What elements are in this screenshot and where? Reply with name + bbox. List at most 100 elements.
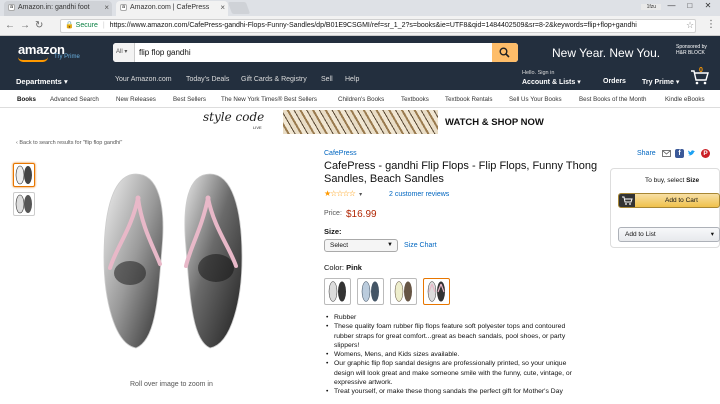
flip-flop-thumbnail-icon	[15, 165, 32, 185]
subnav-childrens-books[interactable]: Children's Books	[338, 96, 384, 103]
size-chart-link[interactable]: Size Chart	[404, 242, 437, 249]
subnav-best-books-month[interactable]: Best Books of the Month	[579, 96, 646, 103]
lock-icon: 🔒	[65, 22, 74, 29]
subnav-advanced-search[interactable]: Advanced Search	[50, 96, 99, 103]
tab-amazon-com[interactable]: a Amazon.com | CafePress ×	[116, 1, 228, 16]
url-field[interactable]: 🔒 Secure | https://www.amazon.com/CafePr…	[60, 19, 696, 33]
nav-todays-deals[interactable]: Today's Deals	[186, 76, 229, 83]
share-label: Share	[637, 150, 656, 157]
flip-flop-swatch-icon	[361, 281, 379, 302]
product-main-image[interactable]	[96, 168, 250, 354]
style-code-banner-ad[interactable]: style code LIVE WATCH & SHOP NOW	[203, 110, 566, 134]
facebook-icon[interactable]: f	[675, 149, 684, 158]
subnav-sell-books[interactable]: Sell Us Your Books	[509, 96, 562, 103]
subnav-new-releases[interactable]: New Releases	[116, 96, 156, 103]
list-item: Womens, Mens, and Kids sizes available.	[324, 350, 586, 360]
subnav-textbook-rentals[interactable]: Textbook Rentals	[445, 96, 492, 103]
list-item: These quality foam rubber flip flops fea…	[324, 322, 586, 350]
add-to-cart-button[interactable]: Add to Cart	[618, 193, 720, 208]
account-lists-menu[interactable]: Account & Lists ▾	[522, 78, 581, 86]
list-item: Our graphic flip flop sandal designs are…	[324, 359, 586, 387]
add-to-list-button[interactable]: Add to List ▾	[618, 227, 720, 242]
nav-gift-cards[interactable]: Gift Cards & Registry	[241, 76, 307, 83]
cart-count: 0	[699, 67, 703, 74]
color-swatch-2[interactable]	[357, 278, 384, 305]
url-text: https://www.amazon.com/CafePress-gandhi-…	[109, 22, 637, 29]
minimize-icon[interactable]: —	[664, 1, 680, 10]
search-input[interactable]: flip flop gandhi	[139, 43, 191, 62]
back-to-results-link[interactable]: ‹ Back to search results for "flip flop …	[16, 140, 122, 146]
tab-title: Amazon.in: gandhi foot	[18, 4, 90, 11]
signin-greeting[interactable]: Hello. Sign in	[522, 70, 554, 76]
size-select[interactable]: Select ▼	[324, 239, 398, 252]
feather-pattern-image	[283, 110, 438, 134]
chevron-down-icon: ▾	[710, 231, 714, 238]
chevron-down-icon: ▾	[359, 192, 362, 198]
amazon-favicon-icon: a	[120, 4, 127, 11]
tab-title: Amazon.com | CafePress	[130, 4, 210, 11]
price-value: $16.99	[346, 209, 377, 220]
maximize-icon[interactable]: □	[682, 1, 698, 10]
buy-instruction: To buy, select Size	[645, 177, 700, 184]
close-tab-icon[interactable]: ×	[220, 3, 225, 12]
promo-headline[interactable]: New Year. New You.	[552, 46, 660, 60]
search-department-select[interactable]: All ▾	[113, 43, 135, 62]
subnav-books[interactable]: Books	[17, 96, 36, 103]
close-tab-icon[interactable]: ×	[104, 3, 109, 12]
color-swatch-pink[interactable]	[423, 278, 450, 305]
try-prime-tag[interactable]: Try Prime	[54, 54, 80, 60]
style-code-live-tag: LIVE	[253, 125, 262, 130]
bookmark-star-icon[interactable]: ☆	[686, 20, 694, 31]
style-code-logo: style code	[203, 110, 265, 124]
subnav-best-sellers[interactable]: Best Sellers	[173, 96, 206, 103]
search-button[interactable]	[492, 43, 518, 62]
try-prime-menu[interactable]: Try Prime ▾	[642, 78, 679, 86]
twitter-icon[interactable]	[687, 149, 696, 158]
star-rating[interactable]: ★☆☆☆☆ ▾	[324, 189, 362, 198]
subnav-kindle-ebooks[interactable]: Kindle eBooks	[665, 96, 705, 103]
new-tab-button[interactable]	[227, 2, 251, 14]
user-badge: 1fzu	[641, 4, 662, 10]
nav-help[interactable]: Help	[345, 76, 359, 83]
orders-link[interactable]: Orders	[603, 78, 626, 85]
size-label: Size:	[324, 227, 342, 236]
address-bar-row: ← → ↻ 🔒 Secure | https://www.amazon.com/…	[0, 16, 720, 36]
flip-flop-swatch-icon	[328, 281, 346, 302]
thumbnail-2[interactable]	[13, 192, 35, 216]
search-icon	[499, 47, 510, 58]
color-swatch-1[interactable]	[324, 278, 351, 305]
search-bar: All ▾ flip flop gandhi	[113, 43, 518, 62]
browser-menu-icon[interactable]: ⋮	[706, 19, 716, 30]
sponsor-text: Sponsored by H&R BLOCK	[676, 44, 707, 56]
subnav-nyt-best-sellers[interactable]: The New York Times® Best Sellers	[221, 96, 317, 103]
subnav-textbooks[interactable]: Textbooks	[401, 96, 429, 103]
smile-icon	[18, 57, 48, 62]
departments-menu[interactable]: Departments ▾	[16, 77, 68, 86]
close-window-icon[interactable]: ✕	[700, 1, 716, 10]
cart-icon	[619, 194, 635, 207]
books-subnav: Books Advanced Search New Releases Best …	[0, 90, 720, 108]
email-icon[interactable]	[662, 149, 671, 158]
product-title: CafePress - gandhi Flip Flops - Flip Flo…	[324, 160, 598, 185]
amazon-header: amazon Try Prime All ▾ flip flop gandhi …	[0, 36, 720, 90]
back-arrow-icon[interactable]: ←	[5, 20, 15, 31]
chevron-down-icon: ▼	[387, 242, 393, 248]
cart-button[interactable]: 0	[690, 67, 710, 90]
list-item: Treat yourself, or make these thong sand…	[324, 387, 586, 397]
nav-sell[interactable]: Sell	[321, 76, 333, 83]
browser-tab-bar: a Amazon.in: gandhi foot × a Amazon.com …	[0, 0, 720, 16]
color-label: Color: Pink	[324, 263, 362, 272]
flip-flop-thumbnail-icon	[15, 194, 32, 214]
reload-icon[interactable]: ↻	[35, 20, 43, 31]
customer-reviews-link[interactable]: 2 customer reviews	[389, 191, 449, 198]
window-controls: 1fzu — □ ✕	[641, 1, 716, 10]
brand-link[interactable]: CafePress	[324, 150, 357, 157]
color-swatch-3[interactable]	[390, 278, 417, 305]
feature-bullets: Rubber These quality foam rubber flip fl…	[324, 313, 586, 397]
forward-arrow-icon[interactable]: →	[20, 20, 30, 31]
tab-amazon-in[interactable]: a Amazon.in: gandhi foot ×	[4, 1, 112, 16]
thumbnail-1[interactable]	[13, 163, 35, 187]
nav-your-amazon[interactable]: Your Amazon.com	[115, 76, 172, 83]
list-item: Rubber	[324, 313, 586, 323]
pinterest-icon[interactable]: P	[701, 149, 710, 158]
